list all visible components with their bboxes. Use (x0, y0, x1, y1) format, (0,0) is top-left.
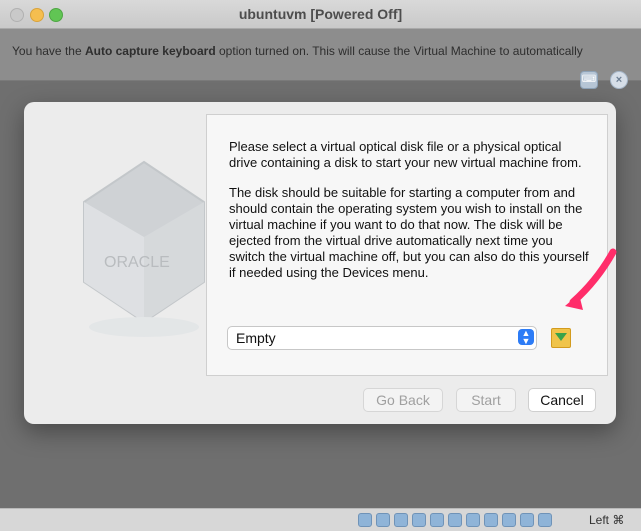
window-title: ubuntuvm [Powered Off] (238, 6, 403, 22)
instruction-text: Please select a virtual optical disk fil… (229, 139, 589, 295)
title-bar: ubuntuvm [Powered Off] (0, 0, 641, 29)
choose-disk-file-button[interactable] (551, 328, 571, 348)
select-value: Empty (236, 330, 276, 346)
hard-disk-icon[interactable] (358, 513, 372, 527)
recording-icon[interactable] (484, 513, 498, 527)
optical-disk-select[interactable]: Empty ▲ ▼ (227, 326, 537, 350)
go-back-button[interactable]: Go Back (363, 388, 443, 412)
instruction-paragraph-2: The disk should be suitable for starting… (229, 185, 589, 280)
keyboard-info-icon[interactable]: ⌨ (580, 71, 598, 89)
mouse-integration-icon[interactable] (520, 513, 534, 527)
host-key-label: Left ⌘ (589, 513, 625, 527)
cancel-button[interactable]: Cancel (528, 388, 596, 412)
optical-drive-icon[interactable] (376, 513, 390, 527)
status-bar: Left ⌘ (0, 508, 641, 531)
notice-bold-text: Auto capture keyboard (84, 44, 216, 58)
virtualbox-logo: ORACLE (83, 160, 205, 337)
network-icon[interactable] (412, 513, 426, 527)
notice-text-before: You have the (12, 44, 85, 58)
start-button[interactable]: Start (456, 388, 516, 412)
keyboard-icon[interactable] (538, 513, 552, 527)
status-icons (358, 513, 552, 527)
auto-capture-notice: You have the Auto capture keyboard optio… (0, 29, 641, 89)
virtualbox-window: ubuntuvm [Powered Off] You have the Auto… (0, 0, 641, 531)
notice-text: You have the Auto capture keyboard optio… (12, 44, 583, 58)
display-icon[interactable] (466, 513, 480, 527)
folder-open-icon (555, 333, 567, 341)
oracle-logo-text: ORACLE (104, 254, 170, 271)
annotation-arrow (565, 248, 617, 310)
usb-icon[interactable] (430, 513, 444, 527)
instruction-paragraph-1: Please select a virtual optical disk fil… (229, 139, 582, 170)
shared-folder-icon[interactable] (448, 513, 462, 527)
optical-disk-dialog: ORACLE Please select a virtual optical d… (24, 102, 616, 424)
close-icon[interactable]: × (610, 71, 628, 89)
notice-text-after: option turned on. This will cause the Vi… (215, 44, 583, 58)
audio-icon[interactable] (394, 513, 408, 527)
chevron-up-down-icon[interactable]: ▲ ▼ (518, 329, 534, 346)
cpu-icon[interactable] (502, 513, 516, 527)
